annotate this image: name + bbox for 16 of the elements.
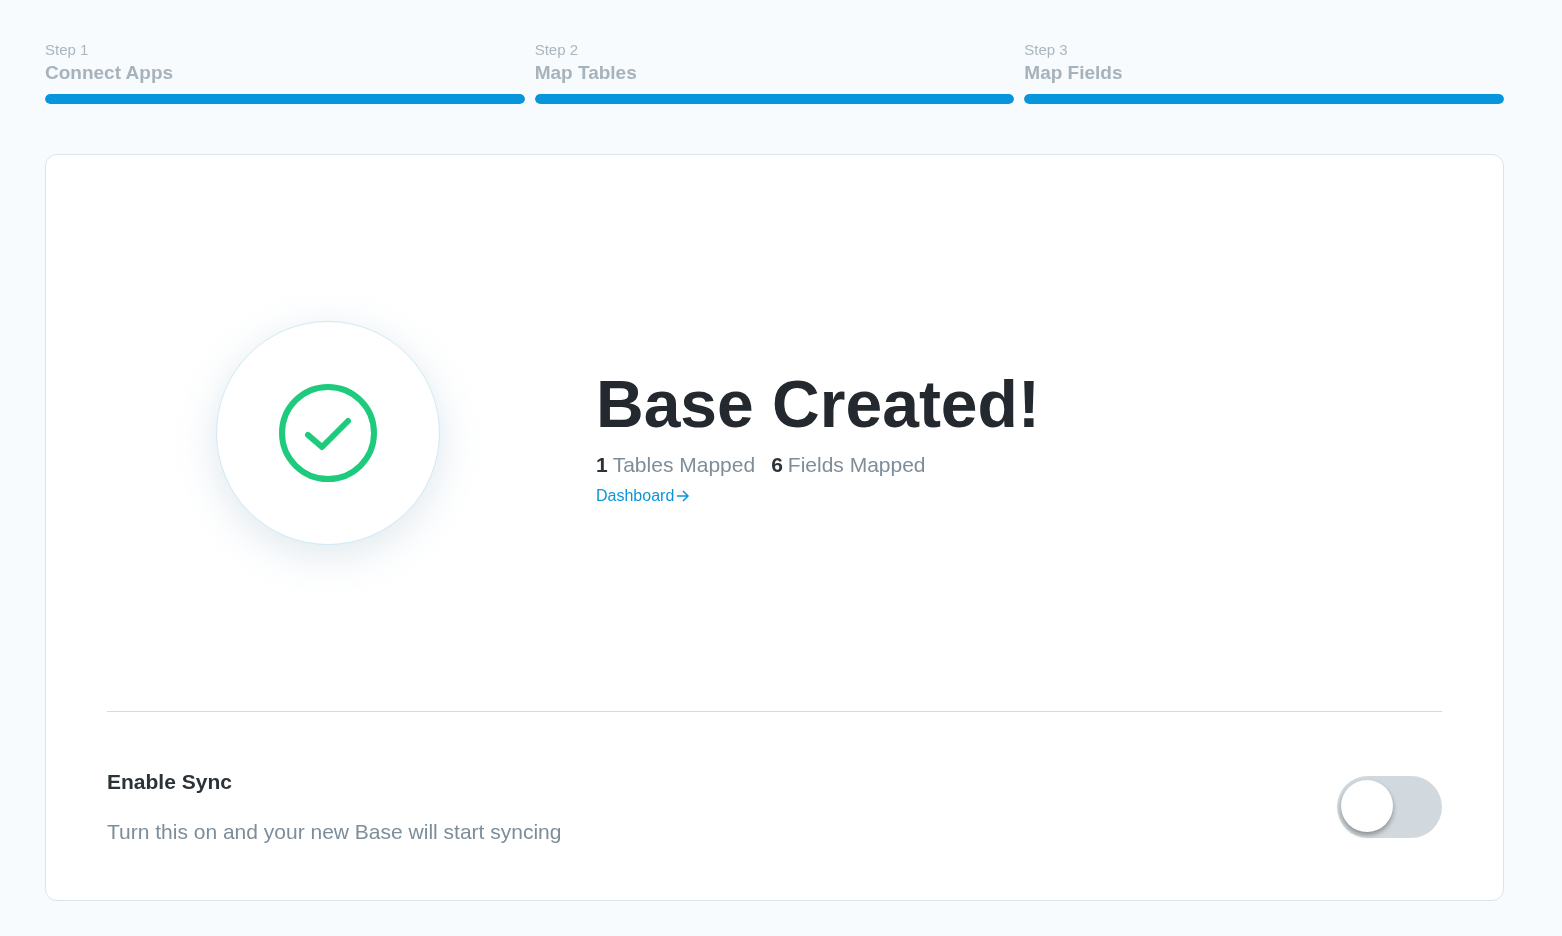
stat-label: Tables Mapped [612,451,756,478]
dashboard-link[interactable]: Dashboard [596,484,691,509]
step-title: Connect Apps [45,61,174,85]
result-title: Base Created! [596,367,1040,441]
step-title: Map Tables [534,61,637,85]
step-number: Step 3 [1024,40,1068,60]
step-title: Map Fields [1024,61,1123,85]
step-number: Step 2 [534,40,579,60]
sync-description: Turn this on and your new Base will start syncing [107,818,562,845]
sync-title: Enable Sync [107,769,233,795]
checkmark-circle-icon [278,383,378,483]
stat-count: 1 [596,451,608,478]
step-number: Step 1 [45,40,89,60]
stat-label: Fields Mapped [787,451,926,478]
stat-count: 6 [771,451,783,478]
arrow-right-icon [676,490,691,503]
